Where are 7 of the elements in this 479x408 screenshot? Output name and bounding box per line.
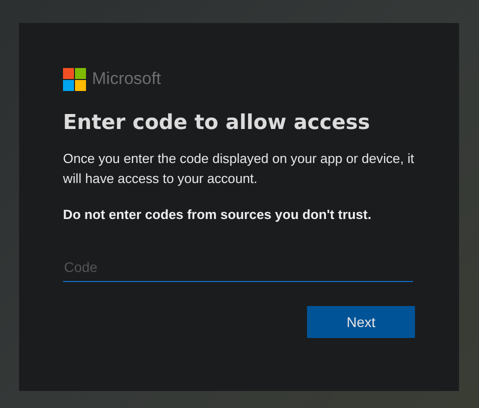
warning-text: Do not enter codes from sources you don't trust.: [63, 207, 372, 222]
code-field[interactable]: Code: [63, 252, 413, 282]
description-text: Once you enter the code displayed on your app or device, it will have access to your account.: [63, 150, 416, 188]
brand-name: Microsoft: [92, 69, 161, 89]
dialog-title: Enter code to allow access: [63, 110, 372, 134]
logo-icon: [63, 68, 86, 90]
next-button[interactable]: Next: [307, 306, 415, 338]
